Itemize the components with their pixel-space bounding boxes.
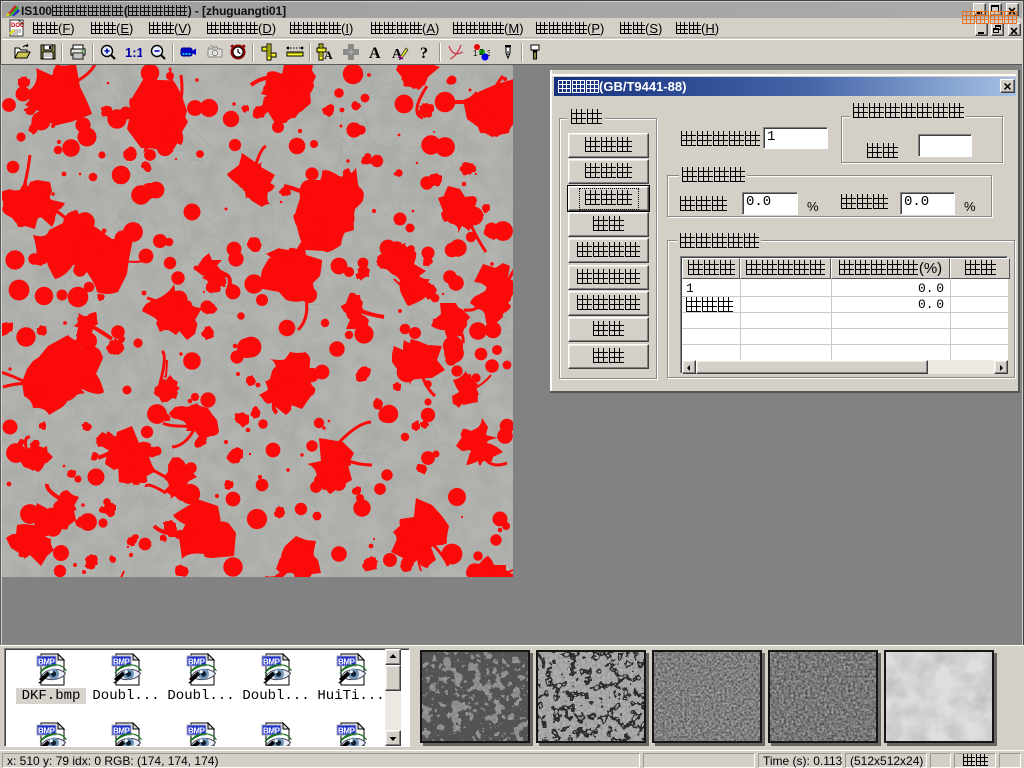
svg-text:3: 3 [487,49,490,58]
svg-text:2: 2 [479,48,484,57]
svg-text:A: A [324,48,333,61]
svg-text:A: A [369,45,381,61]
svg-text:1:1: 1:1 [125,45,142,60]
svg-text:DOC: DOC [11,23,25,29]
svg-text:?: ? [420,45,428,61]
svg-text:1: 1 [473,49,478,58]
